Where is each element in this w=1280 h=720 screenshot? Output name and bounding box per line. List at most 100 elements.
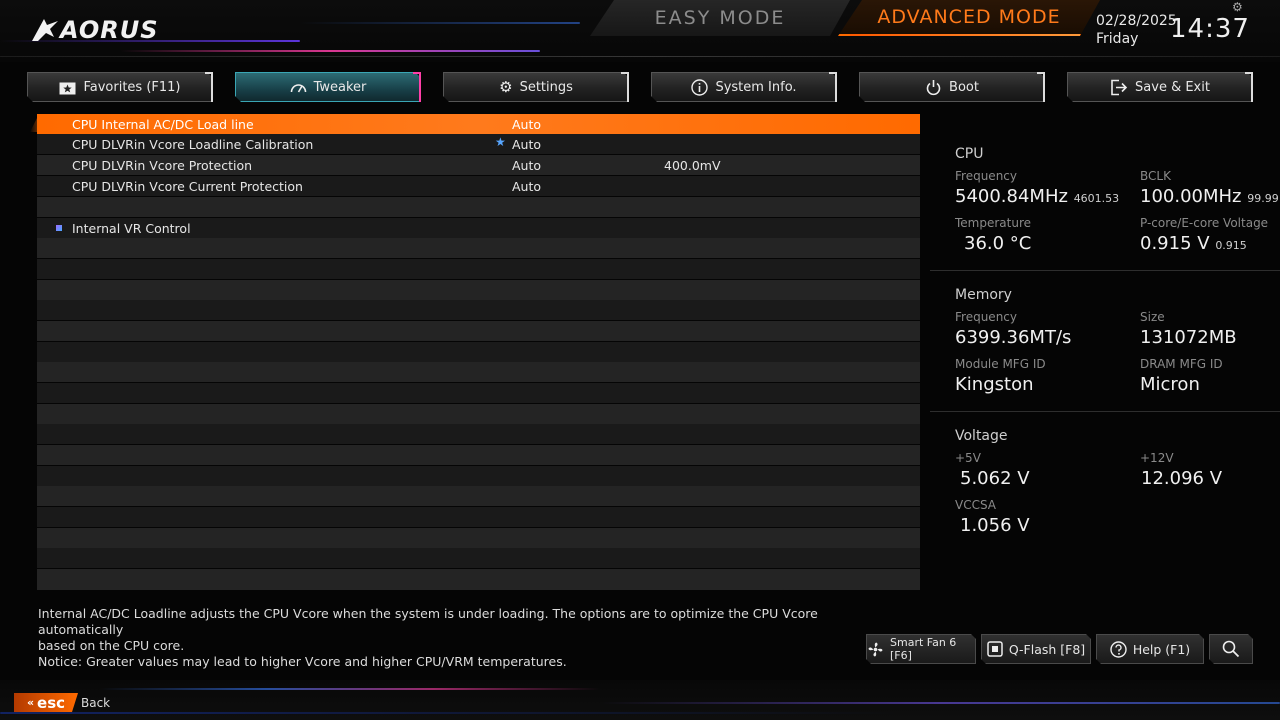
search-icon	[1222, 640, 1240, 658]
dram-mfg-label: DRAM MFG ID	[1140, 357, 1223, 371]
double-chevron-left-icon: «	[26, 696, 35, 709]
cpu-frequency-label: Frequency	[955, 169, 1017, 183]
tab-label: Boot	[949, 79, 979, 95]
advanced-mode-button[interactable]: ADVANCED MODE	[838, 0, 1100, 36]
setting-value[interactable]: Auto	[512, 137, 541, 152]
smart-fan-label: Smart Fan 6 [F6]	[890, 636, 957, 662]
help-button[interactable]: Help (F1)	[1096, 634, 1204, 664]
bclk-secondary: 99.99	[1247, 192, 1279, 205]
empty-row	[37, 486, 920, 506]
cpu-temperature-value: 36.0 °C	[964, 233, 1032, 254]
main-tabs: Favorites (F11) Tweaker ⚙ Settings Syste…	[0, 72, 1280, 104]
section-title: Memory	[955, 287, 1012, 303]
favorite-star-icon[interactable]: ★	[495, 135, 506, 149]
empty-row	[37, 466, 920, 486]
tab-save-exit[interactable]: Save & Exit	[1067, 72, 1253, 102]
submenu-bullet-icon	[56, 225, 62, 231]
dram-mfg-value: Micron	[1140, 374, 1200, 395]
cpu-section: CPU Frequency 5400.84MHz 4601.53 BCLK 10…	[930, 130, 1280, 271]
empty-row	[37, 528, 920, 548]
memory-size-label: Size	[1140, 310, 1165, 324]
tab-label: Tweaker	[313, 79, 367, 95]
setting-name: CPU DLVRin Vcore Current Protection	[72, 179, 303, 194]
core-voltage: 0.915 V	[1140, 233, 1210, 254]
tab-settings[interactable]: ⚙ Settings	[443, 72, 629, 102]
aorus-logo: AORUS	[30, 14, 159, 46]
bclk-value: 100.00MHz 99.99	[1140, 186, 1279, 207]
hardware-monitor-panel: CPU Frequency 5400.84MHz 4601.53 BCLK 10…	[930, 130, 1280, 570]
star-box-icon	[59, 80, 76, 95]
power-icon	[925, 79, 942, 96]
empty-row	[37, 383, 920, 403]
v12-label: +12V	[1140, 451, 1174, 465]
tab-label: Save & Exit	[1135, 79, 1210, 95]
esc-label: esc	[37, 693, 66, 712]
setting-row-internal-acdc-loadline[interactable]: CPU Internal AC/DC Load line Auto	[37, 114, 920, 134]
vccsa-label: VCCSA	[955, 498, 997, 512]
v5-label: +5V	[955, 451, 981, 465]
tab-label: Favorites (F11)	[83, 79, 181, 95]
decor-streak	[300, 22, 580, 24]
setting-name: CPU Internal AC/DC Load line	[72, 117, 254, 132]
v5-value: 5.062 V	[960, 468, 1030, 489]
day-display: Friday	[1096, 31, 1139, 47]
settings-gear-icon[interactable]: ⚙	[1232, 0, 1243, 14]
setting-row-empty	[37, 197, 920, 217]
empty-row	[37, 321, 920, 341]
setting-row-dlvrin-current-protection[interactable]: CPU DLVRin Vcore Current Protection Auto	[37, 176, 920, 196]
esc-back-button[interactable]: « esc	[14, 693, 78, 712]
tab-favorites[interactable]: Favorites (F11)	[27, 72, 213, 102]
tab-label: Settings	[519, 79, 573, 95]
module-mfg-label: Module MFG ID	[955, 357, 1046, 371]
empty-row	[37, 445, 920, 465]
section-title: CPU	[955, 146, 984, 162]
clock-display: 14:37	[1170, 14, 1250, 44]
submenu-internal-vr-control[interactable]: Internal VR Control	[37, 218, 920, 238]
tab-system-info[interactable]: System Info.	[651, 72, 837, 102]
setting-current-value: 400.0mV	[664, 158, 721, 173]
setting-name: CPU DLVRin Vcore Protection	[72, 158, 253, 173]
tab-tweaker[interactable]: Tweaker	[235, 72, 421, 102]
memory-section: Memory Frequency 6399.36MT/s Size 131072…	[930, 271, 1280, 412]
decor-streak	[0, 56, 1280, 57]
core-voltage-label: P-core/E-core Voltage	[1140, 216, 1269, 230]
setting-value[interactable]: Auto	[512, 179, 541, 194]
empty-row	[37, 300, 920, 320]
v12-value: 12.096 V	[1141, 468, 1223, 489]
advanced-mode-underline	[850, 34, 1080, 36]
setting-value[interactable]: Auto	[512, 158, 541, 173]
setting-row-dlvrin-vcore-protection[interactable]: CPU DLVRin Vcore Protection Auto 400.0mV	[37, 155, 920, 175]
search-button[interactable]	[1209, 634, 1253, 664]
empty-row	[37, 424, 920, 444]
cpu-temperature-label: Temperature	[955, 216, 1032, 230]
qflash-button[interactable]: Q-Flash [F8]	[981, 634, 1091, 664]
smart-fan-button[interactable]: Smart Fan 6 [F6]	[866, 634, 976, 664]
easy-mode-button[interactable]: EASY MODE	[590, 0, 850, 36]
cpu-frequency-secondary: 4601.53	[1073, 192, 1120, 205]
help-line: Notice: Greater values may lead to highe…	[38, 654, 567, 669]
bclk-label: BCLK	[1140, 169, 1171, 183]
eagle-logo-icon	[32, 19, 58, 41]
decor-streak	[0, 712, 900, 714]
section-title: Voltage	[955, 428, 1008, 444]
empty-row	[37, 238, 920, 258]
help-icon	[1110, 641, 1127, 658]
empty-row	[37, 569, 920, 590]
core-voltage-secondary: 0.915	[1215, 239, 1247, 252]
bclk: 100.00MHz	[1140, 186, 1242, 207]
footer-bar	[0, 680, 1280, 720]
speedometer-icon	[290, 81, 307, 94]
decor-streak	[120, 50, 540, 52]
setting-name: CPU DLVRin Vcore Loadline Calibration	[72, 137, 314, 152]
empty-row	[37, 342, 920, 362]
qflash-label: Q-Flash [F8]	[1008, 641, 1086, 657]
logo-text: AORUS	[60, 16, 159, 44]
empty-row	[37, 259, 920, 279]
empty-row	[37, 404, 920, 424]
tab-boot[interactable]: Boot	[859, 72, 1045, 102]
chip-icon	[987, 641, 1003, 657]
setting-row-dlvrin-llc[interactable]: CPU DLVRin Vcore Loadline Calibration ★ …	[37, 134, 920, 154]
memory-size-value: 131072MB	[1140, 327, 1237, 348]
memory-frequency-label: Frequency	[955, 310, 1017, 324]
setting-value[interactable]: Auto	[512, 117, 541, 132]
